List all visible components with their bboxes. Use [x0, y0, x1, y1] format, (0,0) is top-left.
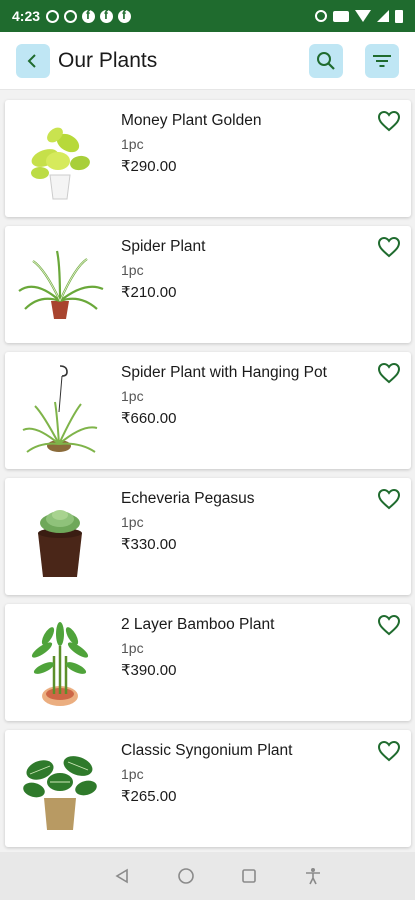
- echeveria-image: [15, 490, 105, 582]
- page-title: Our Plants: [58, 48, 158, 72]
- product-card[interactable]: Spider Plant 1pc ₹210.00: [5, 226, 411, 343]
- alarm-icon: [315, 10, 327, 22]
- status-bar: 4:23: [0, 0, 415, 32]
- syngonium-image: [15, 742, 105, 834]
- system-nav-bar: [0, 852, 415, 900]
- spider-plant-image: [15, 238, 105, 330]
- product-quantity: 1pc: [121, 640, 144, 656]
- product-price: ₹265.00: [121, 788, 177, 805]
- product-quantity: 1pc: [121, 514, 144, 530]
- product-quantity: 1pc: [121, 766, 144, 782]
- wifi-icon: [355, 10, 371, 22]
- app-bar: Our Plants: [0, 32, 415, 90]
- nav-back-button[interactable]: [112, 866, 132, 886]
- system-icons: [315, 9, 403, 23]
- chevron-left-icon: [27, 53, 36, 68]
- battery-icon: [395, 9, 403, 23]
- recents-square-icon: [242, 869, 257, 883]
- bamboo-plant-image: [15, 616, 105, 708]
- status-time: 4:23: [12, 8, 41, 24]
- accessibility-icon: [306, 868, 321, 885]
- product-name: Money Plant Golden: [121, 112, 262, 129]
- product-price: ₹290.00: [121, 158, 177, 175]
- spider-plant-hanging-image: [15, 364, 105, 456]
- product-quantity: 1pc: [121, 388, 144, 404]
- facebook-icon: [118, 8, 132, 23]
- product-name: Echeveria Pegasus: [121, 490, 255, 507]
- product-card[interactable]: Money Plant Golden 1pc ₹290.00: [5, 100, 411, 217]
- facebook-icon: [100, 8, 114, 23]
- heart-icon[interactable]: [377, 740, 401, 762]
- product-price: ₹330.00: [121, 536, 177, 553]
- product-quantity: 1pc: [121, 136, 144, 152]
- product-price: ₹390.00: [121, 662, 177, 679]
- heart-icon[interactable]: [377, 488, 401, 510]
- whatsapp-icon: [46, 9, 60, 23]
- filter-button[interactable]: [365, 43, 399, 78]
- product-card[interactable]: Echeveria Pegasus 1pc ₹330.00: [5, 478, 411, 595]
- search-icon: [317, 51, 335, 70]
- signal-icon: [377, 10, 389, 22]
- money-plant-golden-image: [15, 112, 105, 204]
- home-circle-icon: [177, 868, 194, 884]
- facebook-icon: [82, 8, 96, 23]
- back-button[interactable]: [16, 43, 50, 78]
- notification-icons: [46, 8, 132, 23]
- heart-icon[interactable]: [377, 362, 401, 384]
- heart-icon[interactable]: [377, 614, 401, 636]
- back-triangle-icon: [115, 868, 128, 884]
- filter-icon: [373, 54, 391, 67]
- search-button[interactable]: [309, 43, 343, 78]
- heart-icon[interactable]: [377, 110, 401, 132]
- heart-icon[interactable]: [377, 236, 401, 258]
- product-list[interactable]: Money Plant Golden 1pc ₹290.00 Spider Pl…: [0, 90, 415, 852]
- product-price: ₹210.00: [121, 284, 177, 301]
- nav-recents-button[interactable]: [239, 866, 259, 886]
- product-quantity: 1pc: [121, 262, 144, 278]
- product-price: ₹660.00: [121, 410, 177, 427]
- nav-home-button[interactable]: [176, 866, 196, 886]
- product-name: Spider Plant: [121, 238, 206, 255]
- product-card[interactable]: Classic Syngonium Plant 1pc ₹265.00: [5, 730, 411, 847]
- product-card[interactable]: 2 Layer Bamboo Plant 1pc ₹390.00: [5, 604, 411, 721]
- nfc-icon: [333, 10, 349, 22]
- nav-accessibility-button[interactable]: [303, 866, 323, 886]
- whatsapp-icon: [64, 9, 78, 23]
- product-name: 2 Layer Bamboo Plant: [121, 616, 275, 633]
- product-name: Classic Syngonium Plant: [121, 742, 293, 759]
- product-name: Spider Plant with Hanging Pot: [121, 364, 327, 381]
- product-card[interactable]: Spider Plant with Hanging Pot 1pc ₹660.0…: [5, 352, 411, 469]
